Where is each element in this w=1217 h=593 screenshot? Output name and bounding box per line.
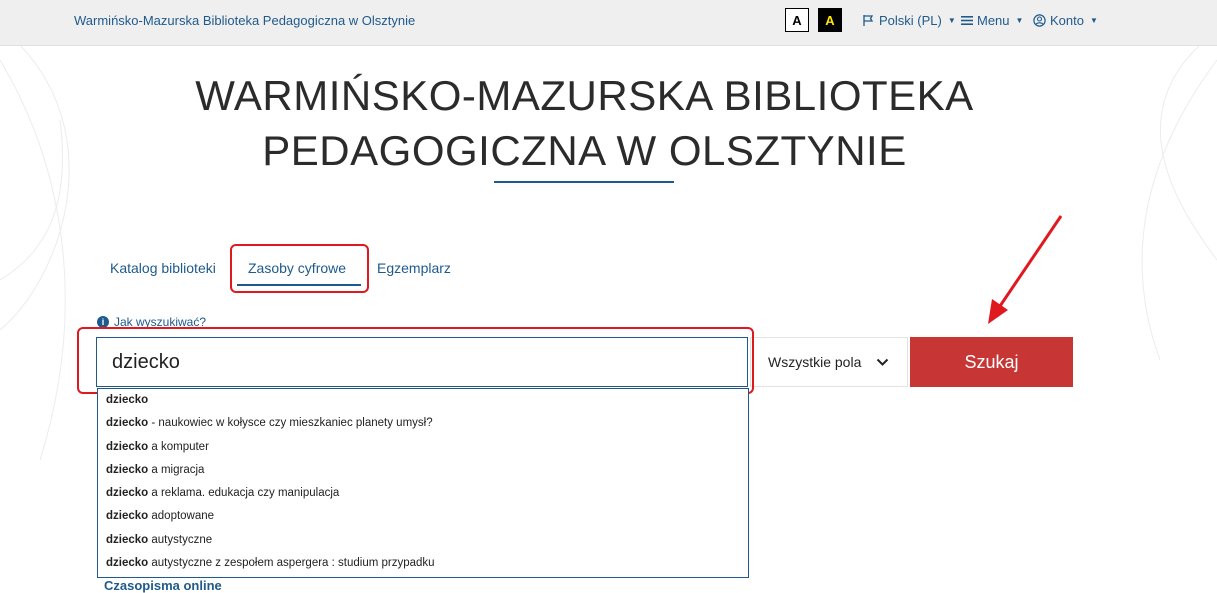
annotation-arrow	[988, 215, 1063, 324]
